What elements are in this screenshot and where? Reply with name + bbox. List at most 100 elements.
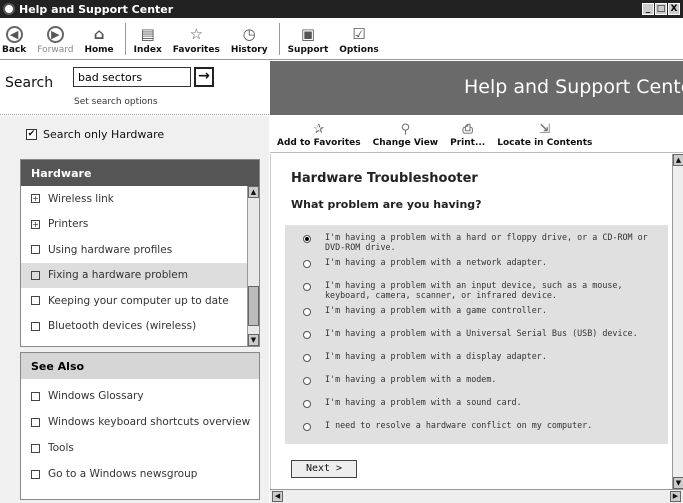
see-also-keyboard-shortcuts[interactable]: Windows keyboard shortcuts overview <box>21 409 259 435</box>
scroll-up-arrow-icon[interactable]: ▲ <box>673 154 683 166</box>
radio-unselected[interactable] <box>303 423 311 431</box>
hardware-panel: Hardware + Wireless link + Printers Usin… <box>20 159 260 347</box>
change-view-button[interactable]: ⚲ Change View <box>373 122 438 152</box>
scroll-up-arrow-icon[interactable]: ▲ <box>248 186 259 198</box>
radio-unselected[interactable] <box>303 260 311 268</box>
hardware-item-keeping-up-to-date[interactable]: Keeping your computer up to date <box>21 288 247 314</box>
search-go-button[interactable]: → <box>194 67 214 87</box>
printer-icon: ⎙ <box>462 122 473 137</box>
content-toolbar: ✰ Add to Favorites ⚲ Change View ⎙ Print… <box>270 116 683 153</box>
option-label: I'm having a problem with a hard or flop… <box>325 232 648 252</box>
add-to-favorites-button[interactable]: ✰ Add to Favorites <box>277 122 361 152</box>
main-toolbar: ◀ Back ▶ Forward ⌂ Home ▤ Index ☆ Favori… <box>0 18 683 60</box>
scroll-left-arrow-icon[interactable]: ◀ <box>272 491 283 502</box>
problem-option[interactable]: I'm having a problem with a Universal Se… <box>285 325 668 348</box>
favorites-label: Favorites <box>172 45 220 55</box>
print-label: Print... <box>450 138 486 148</box>
problem-option[interactable]: I'm having a problem with a network adap… <box>285 254 668 277</box>
option-label: I'm having a problem with a sound card. <box>325 397 522 407</box>
set-search-options-link[interactable]: Set search options <box>74 97 158 107</box>
see-also-tools[interactable]: Tools <box>21 435 259 461</box>
expand-plus-icon: + <box>31 194 40 204</box>
scroll-thumb[interactable] <box>248 286 259 326</box>
page-icon <box>31 469 40 479</box>
scroll-down-arrow-icon[interactable]: ▼ <box>248 334 259 346</box>
forward-arrow-icon: ▶ <box>46 26 64 43</box>
hardware-item-wireless-link[interactable]: + Wireless link <box>21 186 247 212</box>
problem-option[interactable]: I'm having a problem with an input devic… <box>285 277 668 302</box>
radio-unselected[interactable] <box>303 283 311 291</box>
forward-button[interactable]: ▶ Forward <box>37 26 73 59</box>
title-bar: Help and Support Center _ □ X <box>0 0 683 18</box>
option-label: I'm having a problem with a Universal Se… <box>325 328 638 338</box>
list-item-label: Using hardware profiles <box>48 243 173 256</box>
hardware-item-bluetooth[interactable]: Bluetooth devices (wireless) <box>21 314 247 340</box>
toolbar-separator <box>278 23 280 55</box>
list-item-label: Printers <box>48 218 89 231</box>
locate-in-contents-button[interactable]: ⇲ Locate in Contents <box>497 122 592 152</box>
back-button[interactable]: ◀ Back <box>2 26 26 59</box>
list-item-label: Bluetooth devices (wireless) <box>48 320 197 333</box>
search-input[interactable] <box>73 67 191 87</box>
search-label: Search <box>5 75 54 91</box>
scroll-down-arrow-icon[interactable]: ▼ <box>673 477 683 489</box>
content-vertical-scrollbar[interactable]: ▲ ▼ <box>672 154 683 489</box>
radio-unselected[interactable] <box>303 308 311 316</box>
radio-unselected[interactable] <box>303 354 311 362</box>
list-item-label: Keeping your computer up to date <box>48 294 229 307</box>
problem-options: I'm having a problem with a hard or flop… <box>285 225 668 444</box>
problem-option[interactable]: I'm having a problem with a game control… <box>285 302 668 325</box>
list-item-label: Windows Glossary <box>48 390 144 402</box>
scroll-right-arrow-icon[interactable]: ▶ <box>670 491 681 502</box>
index-button[interactable]: ▤ Index <box>134 25 162 59</box>
content-horizontal-scrollbar[interactable]: ◀ ▶ <box>270 489 683 503</box>
topic-page-icon <box>31 321 40 331</box>
locate-icon: ⇲ <box>539 122 551 137</box>
next-button[interactable]: Next > <box>291 460 357 478</box>
change-view-label: Change View <box>372 138 439 148</box>
hardware-scrollbar[interactable]: ▲ ▼ <box>247 186 259 346</box>
minimize-button[interactable]: _ <box>642 3 654 15</box>
problem-option[interactable]: I'm having a problem with a modem. <box>285 371 668 394</box>
radio-unselected[interactable] <box>303 331 311 339</box>
maximize-button[interactable]: □ <box>655 3 667 15</box>
options-button[interactable]: ☑ Options <box>339 25 378 59</box>
see-also-heading: See Also <box>21 353 259 379</box>
radio-unselected[interactable] <box>303 377 311 385</box>
locate-in-contents-label: Locate in Contents <box>497 138 593 148</box>
toolbar-separator <box>124 23 126 55</box>
support-button[interactable]: ▣ Support <box>288 25 329 59</box>
hardware-item-fixing-problem[interactable]: Fixing a hardware problem <box>21 262 247 288</box>
home-button[interactable]: ⌂ Home <box>84 25 113 59</box>
problem-option[interactable]: I'm having a problem with a display adap… <box>285 348 668 371</box>
topic-page-icon <box>31 245 40 255</box>
help-app-icon <box>3 3 15 15</box>
see-also-windows-glossary[interactable]: Windows Glossary <box>21 383 259 409</box>
list-item-label: Fixing a hardware problem <box>48 269 188 282</box>
option-label: I'm having a problem with a modem. <box>325 374 497 384</box>
see-also-newsgroup[interactable]: Go to a Windows newsgroup <box>21 461 259 487</box>
window-controls: _ □ X <box>642 3 680 15</box>
favorites-button[interactable]: ☆ Favorites <box>173 25 220 59</box>
print-button[interactable]: ⎙ Print... <box>450 122 485 152</box>
hardware-item-printers[interactable]: + Printers <box>21 212 247 238</box>
change-view-icon: ⚲ <box>400 122 411 137</box>
search-only-hardware-checkbox[interactable]: ✔ Search only Hardware <box>26 128 164 141</box>
window-title: Help and Support Center <box>19 2 174 16</box>
home-label: Home <box>84 45 114 55</box>
history-button[interactable]: ◷ History <box>231 25 268 59</box>
close-button[interactable]: X <box>668 3 680 15</box>
list-item-label: Tools <box>48 442 74 454</box>
back-label: Back <box>2 45 27 55</box>
page-icon <box>31 443 40 453</box>
problem-option[interactable]: I'm having a problem with a sound card. <box>285 394 668 417</box>
problem-option[interactable]: I need to resolve a hardware conflict on… <box>285 417 668 440</box>
radio-selected[interactable] <box>303 235 311 243</box>
hardware-item-using-profiles[interactable]: Using hardware profiles <box>21 237 247 263</box>
hardware-heading: Hardware <box>21 160 259 186</box>
forward-label: Forward <box>37 45 74 55</box>
radio-unselected[interactable] <box>303 400 311 408</box>
topic-page-icon <box>31 270 40 280</box>
problem-option[interactable]: I'm having a problem with a hard or flop… <box>285 229 668 254</box>
home-icon: ⌂ <box>93 25 105 43</box>
